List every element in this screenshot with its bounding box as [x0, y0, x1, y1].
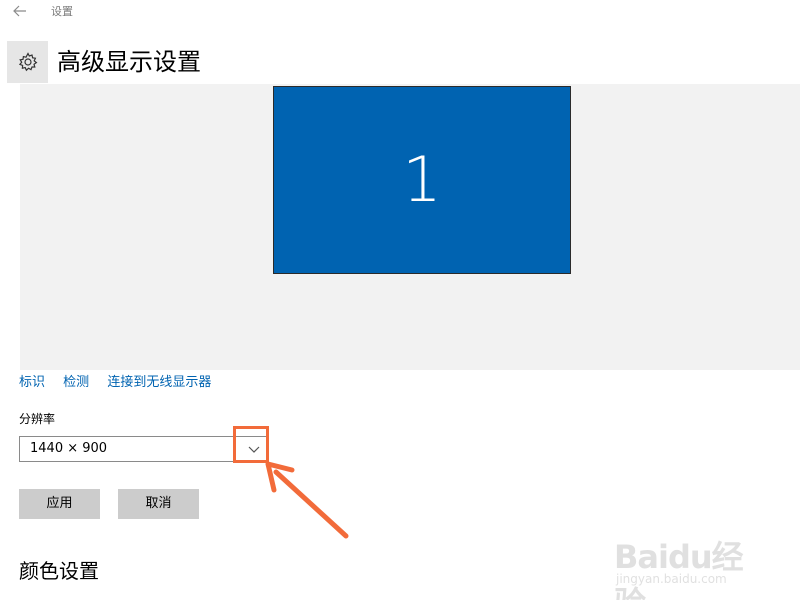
- identify-link[interactable]: 标识: [19, 375, 45, 390]
- cancel-button[interactable]: 取消: [118, 489, 199, 519]
- back-arrow-icon: [13, 5, 26, 17]
- window-title: 设置: [51, 5, 73, 18]
- annotation-arrow-icon: [265, 461, 349, 539]
- resolution-dropdown[interactable]: 1440 × 900: [19, 436, 268, 462]
- settings-page: 设置 高级显示设置 1 标识 检测 连接到无线显示器 分辨率 1440 × 90…: [0, 0, 800, 600]
- resolution-value: 1440 × 900: [30, 441, 108, 456]
- title-bar: 设置: [0, 0, 800, 28]
- color-settings-heading: 颜色设置: [19, 559, 99, 583]
- page-title: 高级显示设置: [57, 48, 201, 76]
- gear-icon: [18, 52, 37, 72]
- connect-wireless-display-link[interactable]: 连接到无线显示器: [107, 375, 211, 390]
- display-arrangement-area: 1: [20, 84, 800, 370]
- baidu-watermark: Baidu经验 jingyan.baidu.com: [614, 514, 764, 600]
- monitor-number: 1: [402, 143, 442, 216]
- header-icon-box: [7, 41, 48, 83]
- display-links: 标识 检测 连接到无线显示器: [19, 374, 225, 392]
- detect-link[interactable]: 检测: [63, 375, 89, 390]
- monitor-tile[interactable]: 1: [273, 86, 571, 274]
- watermark-brand: Baidu经验: [614, 538, 744, 600]
- chevron-down-icon[interactable]: [247, 443, 261, 455]
- watermark-url: jingyan.baidu.com: [616, 572, 727, 586]
- resolution-label: 分辨率: [19, 412, 56, 426]
- back-button[interactable]: [9, 3, 31, 23]
- apply-button[interactable]: 应用: [19, 489, 100, 519]
